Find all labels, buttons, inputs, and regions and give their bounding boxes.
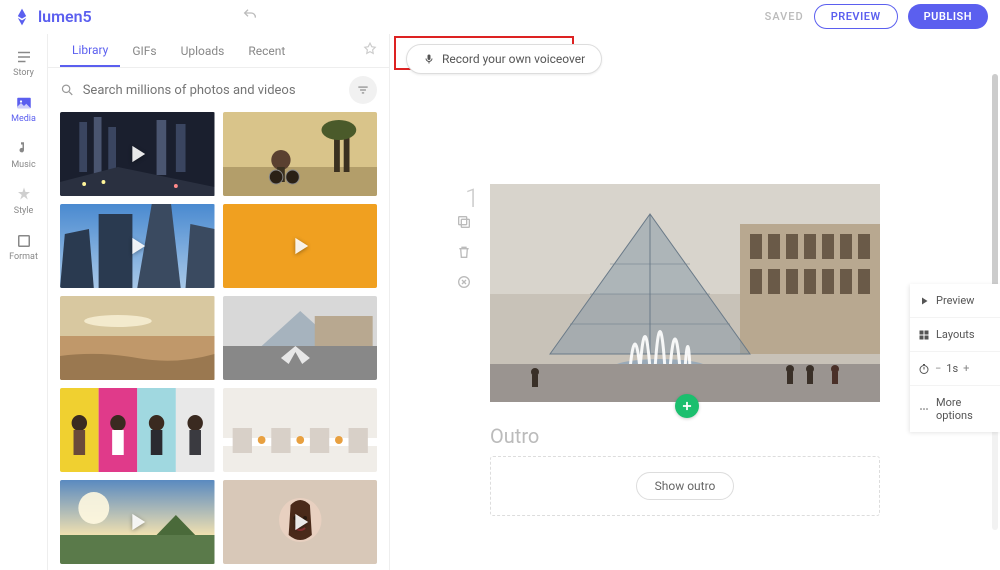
media-thumb[interactable] [60, 480, 215, 564]
add-scene-button[interactable] [675, 394, 699, 418]
nav-format[interactable]: Format [0, 224, 47, 270]
media-thumb[interactable] [223, 296, 378, 380]
outro-title: Outro [490, 424, 880, 448]
tab-uploads[interactable]: Uploads [169, 36, 237, 66]
tab-recent[interactable]: Recent [236, 36, 297, 66]
undo-button[interactable] [242, 7, 258, 27]
context-more-label: More options [936, 396, 992, 422]
media-icon [15, 94, 33, 112]
style-icon [15, 186, 33, 204]
more-icon [918, 403, 930, 415]
media-thumb[interactable] [223, 388, 378, 472]
publish-button[interactable]: PUBLISH [908, 4, 988, 29]
search-icon [60, 82, 75, 98]
play-icon [286, 508, 314, 536]
clock-icon [918, 363, 930, 375]
context-preview-label: Preview [936, 294, 974, 307]
play-icon [918, 295, 930, 307]
media-thumb[interactable] [60, 388, 215, 472]
search-input[interactable] [83, 83, 341, 98]
play-icon [123, 232, 151, 260]
mic-icon [423, 53, 435, 65]
tab-gifs[interactable]: GIFs [120, 36, 168, 66]
tab-library[interactable]: Library [60, 35, 120, 67]
nav-music-label: Music [11, 160, 35, 170]
media-thumb[interactable] [60, 112, 215, 196]
media-thumb[interactable] [223, 112, 378, 196]
layouts-icon [918, 329, 930, 341]
preview-button[interactable]: PREVIEW [814, 4, 898, 29]
music-icon [15, 140, 33, 158]
voiceover-label: Record your own voiceover [442, 52, 585, 66]
filter-icon [356, 83, 370, 97]
context-layouts-button[interactable]: Layouts [910, 318, 1000, 352]
outro-dropzone[interactable]: Show outro [490, 456, 880, 516]
copy-scene-button[interactable] [456, 214, 472, 234]
search-input-wrapper[interactable] [60, 82, 341, 98]
delete-scene-button[interactable] [456, 244, 472, 264]
nav-music[interactable]: Music [0, 132, 47, 178]
logo[interactable]: lumen5 [12, 7, 92, 27]
context-duration: − 1s + [910, 352, 1000, 386]
nav-style-label: Style [14, 206, 34, 216]
play-icon [123, 508, 151, 536]
media-thumb[interactable] [223, 204, 378, 288]
transition-icon [456, 274, 472, 290]
story-icon [15, 48, 33, 66]
nav-story[interactable]: Story [0, 40, 47, 86]
duration-value: 1s [946, 362, 958, 375]
scene-preview[interactable] [490, 184, 880, 402]
context-preview-button[interactable]: Preview [910, 284, 1000, 318]
outro-section: Outro Show outro [490, 424, 880, 516]
transition-button[interactable] [456, 274, 472, 294]
media-thumb[interactable] [60, 296, 215, 380]
show-outro-button[interactable]: Show outro [636, 472, 735, 500]
copy-icon [456, 214, 472, 230]
context-layouts-label: Layouts [936, 328, 975, 341]
saved-status: SAVED [765, 10, 804, 23]
tab-favorites[interactable] [363, 42, 377, 59]
nav-format-label: Format [9, 252, 38, 262]
media-panel: Library GIFs Uploads Recent [48, 34, 390, 570]
nav-media[interactable]: Media [0, 86, 47, 132]
nav-style[interactable]: Style [0, 178, 47, 224]
media-thumb[interactable] [223, 480, 378, 564]
nav-story-label: Story [13, 68, 34, 78]
record-voiceover-button[interactable]: Record your own voiceover [406, 44, 602, 74]
format-icon [15, 232, 33, 250]
play-icon [123, 140, 151, 168]
trash-icon [456, 244, 472, 260]
star-icon [363, 42, 377, 56]
scene-number: 1 [465, 184, 479, 214]
left-nav: Story Media Music Style Format [0, 34, 48, 570]
canvas-area: Record your own voiceover 1 [390, 34, 1000, 570]
media-thumb[interactable] [60, 204, 215, 288]
duration-plus[interactable]: + [963, 362, 969, 375]
brand-name: lumen5 [38, 7, 92, 26]
scene-context-panel: Preview Layouts − 1s + More options [910, 284, 1000, 432]
nav-media-label: Media [11, 114, 36, 124]
plus-icon [680, 399, 694, 413]
duration-minus[interactable]: − [935, 362, 941, 375]
play-icon [286, 232, 314, 260]
context-more-button[interactable]: More options [910, 386, 1000, 432]
filter-button[interactable] [349, 76, 377, 104]
